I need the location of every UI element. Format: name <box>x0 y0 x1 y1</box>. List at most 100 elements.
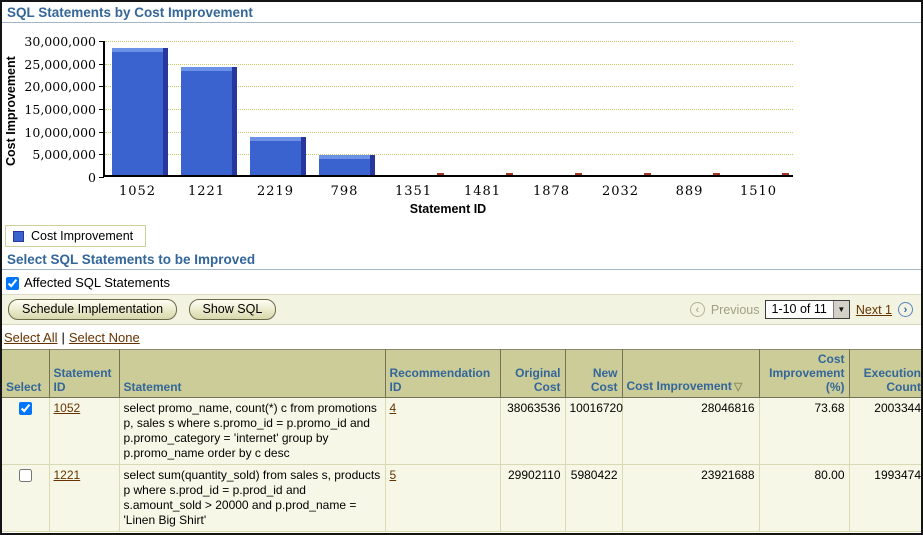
statement-text: select sum(quantity_sold) from sales s, … <box>119 465 385 532</box>
statement-id-link[interactable]: 1221 <box>54 468 81 482</box>
table-cell: 1221 <box>49 465 119 532</box>
table-cell <box>2 398 49 465</box>
zero-bar-mark <box>713 173 720 175</box>
schedule-implementation-button[interactable]: Schedule Implementation <box>8 299 177 320</box>
action-toolbar: Schedule Implementation Show SQL ‹ Previ… <box>2 294 921 325</box>
y-tick-label: 5,000,000 <box>2 147 96 162</box>
y-tick-label: 30,000,000 <box>2 34 96 49</box>
cost-improvement-chart: Cost Improvement Statement ID 30,000,000… <box>2 25 921 221</box>
window: SQL Statements by Cost Improvement Cost … <box>0 0 923 535</box>
toolbar-buttons: Schedule Implementation Show SQL <box>8 299 283 320</box>
zero-bar-mark <box>644 173 651 175</box>
y-tick-mark <box>99 154 104 155</box>
y-tick-mark <box>99 41 104 42</box>
bar <box>181 67 237 175</box>
page-range-value: 1-10 of 11 <box>766 301 832 318</box>
original-cost-value: 38063536 <box>500 398 565 465</box>
select-none-link[interactable]: Select None <box>69 330 140 345</box>
x-tick-label: 1052 <box>103 184 172 199</box>
x-tick-label: 1351 <box>379 184 448 199</box>
y-tick-label: 0 <box>2 170 96 185</box>
x-tick-label: 1510 <box>724 184 793 199</box>
next-arrow-icon[interactable]: › <box>898 302 913 317</box>
y-tick-label: 20,000,000 <box>2 79 96 94</box>
execution-count-value: 2003344 <box>849 398 923 465</box>
affected-sql-label: Affected SQL Statements <box>24 275 170 290</box>
y-tick-mark <box>99 109 104 110</box>
col-header-new-cost: New Cost <box>565 350 622 398</box>
col-header-recommendation-id: Recommendation ID <box>385 350 500 398</box>
table-row: 1052 select promo_name, count(*) c from p… <box>2 398 923 465</box>
cost-improvement-pct-value: 73.68 <box>759 398 849 465</box>
x-tick-label: 2219 <box>241 184 310 199</box>
table-cell <box>2 465 49 532</box>
recommendation-id-link[interactable]: 4 <box>390 401 397 415</box>
col-header-cost-improvement-pct: Cost Improvement (%) <box>759 350 849 398</box>
bar-shadow <box>163 48 168 175</box>
sort-descending-icon[interactable]: ▽ <box>734 381 742 393</box>
zero-bar-mark <box>437 173 444 175</box>
row-select-checkbox[interactable] <box>19 469 32 482</box>
bar <box>112 48 168 175</box>
sql-statements-table: Select Statement ID Statement Recommenda… <box>2 349 923 532</box>
new-cost-value: 10016720 <box>565 398 622 465</box>
statement-text: select promo_name, count(*) c from promo… <box>119 398 385 465</box>
previous-label: Previous <box>711 303 760 317</box>
x-tick-label: 1481 <box>448 184 517 199</box>
affected-sql-checkbox[interactable] <box>6 277 19 290</box>
bar-highlight <box>250 137 306 141</box>
bar <box>250 137 306 175</box>
chart-plot-area <box>103 41 793 177</box>
gridline <box>105 41 793 42</box>
bar-shadow <box>301 137 306 175</box>
dropdown-arrow-icon[interactable]: ▼ <box>833 301 849 318</box>
previous-arrow-icon[interactable]: ‹ <box>690 302 705 317</box>
zero-bar-mark <box>575 173 582 175</box>
bar-highlight <box>319 155 375 159</box>
row-select-checkbox[interactable] <box>19 402 32 415</box>
y-tick-mark <box>99 64 104 65</box>
col-header-original-cost: Original Cost <box>500 350 565 398</box>
legend-label: Cost Improvement <box>31 229 133 243</box>
x-tick-label: 798 <box>310 184 379 199</box>
table-header-row: Select Statement ID Statement Recommenda… <box>2 350 923 398</box>
cost-improvement-value: 28046816 <box>622 398 759 465</box>
chart-section-title: SQL Statements by Cost Improvement <box>2 2 921 22</box>
col-header-statement-id: Statement ID <box>49 350 119 398</box>
select-section-title: Select SQL Statements to be Improved <box>2 249 921 269</box>
table-cell: 4 <box>385 398 500 465</box>
chart-legend: Cost Improvement <box>5 225 146 247</box>
y-tick-label: 25,000,000 <box>2 57 96 72</box>
legend-swatch-icon <box>13 231 24 242</box>
new-cost-value: 5980422 <box>565 465 622 532</box>
table-cell: 5 <box>385 465 500 532</box>
zero-bar-mark <box>782 173 789 175</box>
pagination-controls: ‹ Previous 1-10 of 11 ▼ Next 1 › <box>690 300 913 319</box>
show-sql-button[interactable]: Show SQL <box>189 299 277 320</box>
bar-shadow <box>370 155 375 175</box>
cost-improvement-pct-value: 80.00 <box>759 465 849 532</box>
original-cost-value: 29902110 <box>500 465 565 532</box>
bar <box>319 155 375 175</box>
col-header-statement: Statement <box>119 350 385 398</box>
y-tick-mark <box>99 86 104 87</box>
cost-improvement-value: 23921688 <box>622 465 759 532</box>
statement-id-link[interactable]: 1052 <box>54 401 81 415</box>
next-link[interactable]: Next 1 <box>856 303 892 317</box>
bar-shadow <box>232 67 237 175</box>
recommendation-id-link[interactable]: 5 <box>390 468 397 482</box>
x-tick-label: 889 <box>655 184 724 199</box>
x-tick-label: 2032 <box>586 184 655 199</box>
table-cell: 1052 <box>49 398 119 465</box>
execution-count-value: 1993474 <box>849 465 923 532</box>
page-range-dropdown[interactable]: 1-10 of 11 ▼ <box>765 300 849 319</box>
link-separator: | <box>61 330 64 345</box>
y-tick-mark <box>99 177 104 178</box>
y-tick-label: 10,000,000 <box>2 125 96 140</box>
x-axis-title: Statement ID <box>103 202 793 216</box>
bar-highlight <box>181 67 237 71</box>
select-all-link[interactable]: Select All <box>4 330 57 345</box>
bar-highlight <box>112 48 168 52</box>
y-tick-label: 15,000,000 <box>2 102 96 117</box>
col-header-cost-improvement[interactable]: Cost Improvement▽ <box>622 350 759 398</box>
